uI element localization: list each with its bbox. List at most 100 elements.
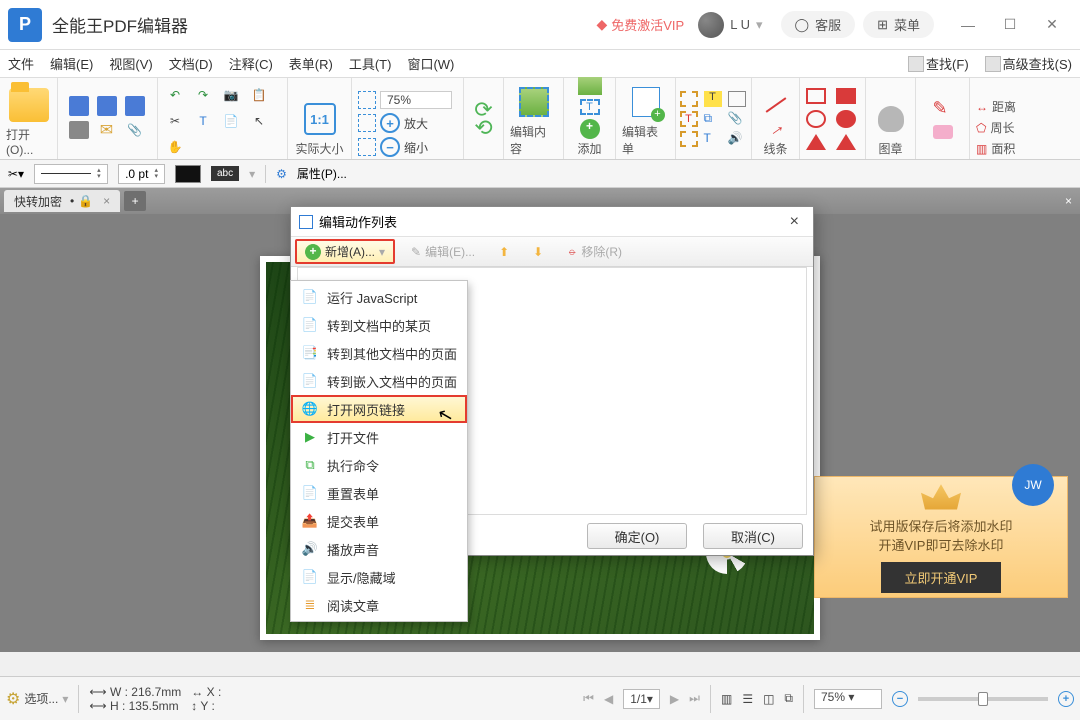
action-exec-command[interactable]: ⧉执行命令 [291, 451, 467, 479]
action-goto-other-doc[interactable]: 📑转到其他文档中的页面 [291, 339, 467, 367]
color-swatch[interactable] [175, 165, 201, 183]
undo-icon[interactable]: ↶ [164, 85, 186, 105]
prev-page-button[interactable]: ◀ [604, 692, 613, 706]
form-text2-icon[interactable]: T [704, 131, 724, 147]
poly-fill-icon[interactable] [836, 134, 856, 150]
action-run-javascript[interactable]: 📄运行 JavaScript [291, 283, 467, 311]
add-plus-icon[interactable]: + [580, 119, 600, 139]
zoom-slider[interactable] [918, 697, 1048, 701]
form-link-icon[interactable]: ⧉ [704, 111, 724, 127]
dialog-close-button[interactable]: × [784, 213, 805, 231]
action-submit-form[interactable]: 📤提交表单 [291, 507, 467, 535]
dialog-movedown-button[interactable]: ⬇ [525, 243, 551, 261]
menu-view[interactable]: 视图(V) [109, 54, 152, 73]
new-tab-button[interactable]: + [124, 191, 146, 211]
line-weight-select[interactable]: .0 pt▴▾ [118, 164, 165, 184]
menu-edit[interactable]: 编辑(E) [50, 54, 93, 73]
minimize-button[interactable]: — [948, 10, 988, 40]
action-read-article[interactable]: ≣阅读文章 [291, 591, 467, 619]
form-attach-icon[interactable]: 📎 [728, 111, 748, 127]
layout-continuous-icon[interactable]: ☰ [742, 692, 753, 706]
perimeter-icon[interactable]: ⬠ [976, 121, 986, 135]
actual-size-button[interactable]: 1:1 [300, 99, 340, 139]
form-sound-icon[interactable]: 🔊 [728, 131, 748, 147]
form-image-icon[interactable] [728, 91, 746, 107]
zoom-percent-select[interactable]: 75% [380, 91, 452, 109]
print-icon[interactable] [68, 120, 90, 140]
email-icon[interactable]: ✉ [96, 120, 118, 140]
distance-icon[interactable]: ↔ [976, 100, 988, 114]
save-as-icon[interactable] [96, 96, 118, 116]
last-page-button[interactable]: ⏭ [689, 691, 700, 706]
paste-icon[interactable]: 📋 [248, 85, 270, 105]
action-reset-form[interactable]: 📄重置表单 [291, 479, 467, 507]
stamp-icon[interactable] [871, 99, 911, 139]
fit-width-icon[interactable] [358, 114, 376, 132]
action-goto-embedded[interactable]: 📄转到嵌入文档中的页面 [291, 367, 467, 395]
abc-toggle[interactable]: abc [211, 166, 239, 181]
edit-content-icon[interactable] [514, 82, 554, 122]
attach-icon[interactable]: 📎 [124, 120, 146, 140]
layout-book-icon[interactable]: ⧉ [784, 691, 793, 706]
copy-icon[interactable]: 📄 [220, 111, 242, 131]
next-page-button[interactable]: ▶ [670, 692, 679, 706]
status-zoom-in-button[interactable]: + [1058, 691, 1074, 707]
dialog-add-button[interactable]: 新增(A)... ▾ [295, 239, 395, 264]
layout-facing-icon[interactable]: ◫ [763, 692, 774, 706]
arrow-tool-icon[interactable]: → [762, 115, 789, 143]
snapshot-icon[interactable]: 📷 [220, 85, 242, 105]
form-checkbox-icon[interactable] [680, 131, 698, 147]
first-page-button[interactable]: ⏮ [583, 691, 594, 706]
menu-form[interactable]: 表单(R) [289, 54, 333, 73]
oval-stroke-icon[interactable] [806, 110, 826, 128]
hand-icon[interactable]: ✋ [164, 137, 186, 157]
tabstrip-close-icon[interactable]: × [1061, 194, 1076, 208]
redo-icon[interactable]: ↷ [192, 85, 214, 105]
save-flash-icon[interactable] [124, 96, 146, 116]
page-indicator[interactable]: 1/1 ▾ [623, 689, 660, 709]
fit-height-icon[interactable] [358, 138, 376, 156]
rotate-left-icon[interactable]: ⟲ [474, 119, 492, 137]
dialog-moveup-button[interactable]: ⬆ [491, 243, 517, 261]
area-icon[interactable]: ▥ [976, 142, 987, 156]
line-style-select[interactable]: ▴▾ [34, 164, 108, 184]
advanced-find-button[interactable]: 高级查找(S) [985, 54, 1072, 73]
layout-single-icon[interactable]: ▥ [721, 692, 732, 706]
fit-page-icon[interactable] [358, 91, 376, 109]
oval-fill-icon[interactable] [836, 110, 856, 128]
cut-icon[interactable]: ✂ [164, 111, 186, 131]
maximize-button[interactable]: ☐ [990, 10, 1030, 40]
rect-stroke-icon[interactable] [806, 88, 826, 104]
main-menu-button[interactable]: ⊞ 菜单 [863, 11, 934, 38]
zoom-in-icon[interactable]: + [380, 113, 400, 133]
eraser-icon[interactable] [933, 125, 953, 139]
rect-fill-icon[interactable] [836, 88, 856, 104]
menu-comment[interactable]: 注释(C) [229, 54, 273, 73]
action-play-sound[interactable]: 🔊播放声音 [291, 535, 467, 563]
find-button[interactable]: 查找(F) [908, 54, 969, 73]
status-zoom-out-button[interactable]: − [892, 691, 908, 707]
action-show-hide-field[interactable]: 📄显示/隐藏域 [291, 563, 467, 591]
close-button[interactable]: ✕ [1032, 10, 1072, 40]
add-text-icon[interactable]: T [580, 99, 600, 115]
form-highlight-icon[interactable]: T [704, 91, 722, 107]
scissors-icon[interactable]: ✂▾ [8, 167, 24, 181]
menu-window[interactable]: 窗口(W) [407, 54, 454, 73]
form-text-field-icon[interactable] [680, 91, 698, 107]
poly-stroke-icon[interactable] [806, 134, 826, 150]
add-image-icon[interactable] [578, 77, 602, 95]
floating-badge[interactable]: JW [1012, 464, 1054, 506]
dialog-remove-button[interactable]: ⦵ 移除(R) [559, 241, 630, 262]
cursor-icon[interactable]: ↖ [248, 111, 270, 131]
open-vip-button[interactable]: 立即开通VIP [881, 562, 1002, 593]
form-text-icon[interactable]: T [680, 111, 698, 127]
zoom-out-icon[interactable]: − [380, 137, 400, 157]
user-account[interactable]: L U ▾ [698, 12, 762, 38]
vip-activate-link[interactable]: ◆ 免费激活VIP [596, 15, 684, 34]
options-button[interactable]: ⚙选项...▾ [6, 689, 68, 709]
document-tab[interactable]: 快转加密 • 🔒 × [4, 190, 120, 212]
tab-close-icon[interactable]: × [103, 194, 110, 208]
properties-gear-icon[interactable]: ⚙ [276, 167, 287, 181]
dialog-ok-button[interactable]: 确定(O) [587, 523, 687, 549]
edit-form-icon[interactable]: + [626, 82, 666, 122]
